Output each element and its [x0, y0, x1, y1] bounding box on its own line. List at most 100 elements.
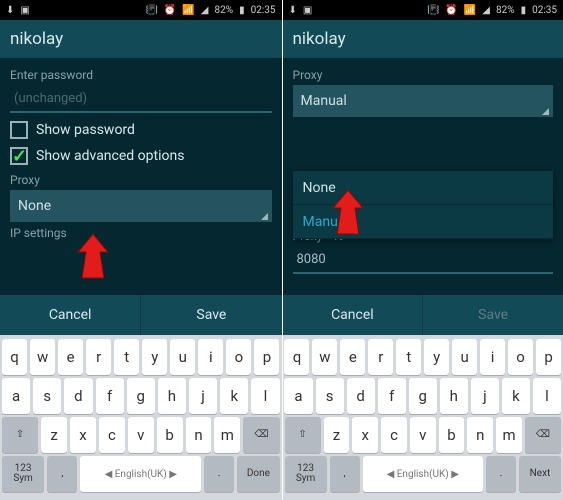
- key-l[interactable]: l: [533, 378, 561, 414]
- key-a[interactable]: a: [284, 378, 312, 414]
- key-j[interactable]: j: [471, 378, 499, 414]
- key-l[interactable]: l: [251, 378, 279, 414]
- key-a[interactable]: a: [2, 378, 30, 414]
- key-m[interactable]: m: [214, 417, 240, 453]
- key-z[interactable]: z: [41, 417, 67, 453]
- password-label: Enter password: [10, 68, 272, 82]
- key-x[interactable]: x: [70, 417, 96, 453]
- key-i[interactable]: i: [480, 339, 505, 375]
- proxy-label: Proxy: [293, 68, 554, 82]
- key-i[interactable]: i: [198, 339, 223, 375]
- key-f[interactable]: f: [378, 378, 406, 414]
- key-h[interactable]: h: [440, 378, 468, 414]
- key-e[interactable]: e: [58, 339, 83, 375]
- key-g[interactable]: g: [409, 378, 437, 414]
- key-gray wide[interactable]: Done: [237, 456, 279, 492]
- save-button[interactable]: Save: [422, 295, 563, 335]
- key-q[interactable]: q: [2, 339, 27, 375]
- key-,[interactable]: ,: [330, 456, 360, 492]
- key-w[interactable]: w: [30, 339, 55, 375]
- kbd-row4: 123Sym,◀ English(UK) ▶.Done: [2, 456, 280, 492]
- key-gray wide[interactable]: 123Sym: [2, 456, 44, 492]
- key-s[interactable]: s: [316, 378, 344, 414]
- key-gray wide[interactable]: 123Sym: [285, 456, 327, 492]
- button-bar: Cancel Save: [0, 295, 282, 335]
- app-icon: ▣: [303, 5, 312, 16]
- proxy-spinner[interactable]: Manual: [293, 85, 554, 117]
- key-t[interactable]: t: [396, 339, 421, 375]
- show-advanced-label: Show advanced options: [36, 148, 184, 164]
- key-o[interactable]: o: [226, 339, 251, 375]
- key-space[interactable]: ◀ English(UK) ▶: [80, 456, 201, 492]
- proxy-value: Manual: [301, 93, 347, 109]
- keyboard: qwertyuiop asdfghjkl ⇧zxcvbnm⌫ 123Sym,◀ …: [0, 335, 282, 500]
- cancel-button[interactable]: Cancel: [283, 295, 423, 335]
- key-y[interactable]: y: [424, 339, 449, 375]
- checkbox-checked-icon[interactable]: [10, 147, 28, 165]
- key-c[interactable]: c: [381, 417, 407, 453]
- key-v[interactable]: v: [128, 417, 154, 453]
- key-b[interactable]: b: [439, 417, 465, 453]
- key-⇧[interactable]: ⇧: [2, 417, 38, 453]
- key-w[interactable]: w: [312, 339, 337, 375]
- proxy-port-input[interactable]: [293, 246, 554, 274]
- key-d[interactable]: d: [347, 378, 375, 414]
- download-icon: ⬇: [289, 5, 297, 16]
- key-y[interactable]: y: [142, 339, 167, 375]
- key-n[interactable]: n: [467, 417, 493, 453]
- kbd-row3: ⇧zxcvbnm⌫: [2, 417, 280, 453]
- show-advanced-row[interactable]: Show advanced options: [10, 147, 272, 165]
- battery-percent: 82%: [215, 5, 234, 16]
- key-h[interactable]: h: [158, 378, 186, 414]
- key-⇧[interactable]: ⇧: [285, 417, 321, 453]
- key-n[interactable]: n: [186, 417, 212, 453]
- key-space[interactable]: ◀ English(UK) ▶: [363, 456, 483, 492]
- key-z[interactable]: z: [324, 417, 350, 453]
- password-input[interactable]: [10, 85, 272, 113]
- checkbox-unchecked-icon[interactable]: [10, 121, 28, 139]
- key-u[interactable]: u: [170, 339, 195, 375]
- proxy-spinner[interactable]: None: [10, 190, 272, 222]
- key-x[interactable]: x: [352, 417, 378, 453]
- key-c[interactable]: c: [99, 417, 125, 453]
- key-r[interactable]: r: [368, 339, 393, 375]
- key-d[interactable]: d: [64, 378, 92, 414]
- cancel-button[interactable]: Cancel: [0, 295, 140, 335]
- key-.[interactable]: .: [204, 456, 234, 492]
- key-j[interactable]: j: [189, 378, 217, 414]
- key-k[interactable]: k: [220, 378, 248, 414]
- kbd-row2: asdfghjkl: [2, 378, 280, 414]
- key-g[interactable]: g: [127, 378, 155, 414]
- show-password-row[interactable]: Show password: [10, 121, 272, 139]
- key-f[interactable]: f: [96, 378, 124, 414]
- key-r[interactable]: r: [86, 339, 111, 375]
- alarm-icon: ⏰: [445, 5, 457, 16]
- key-⌫[interactable]: ⌫: [243, 417, 279, 453]
- key-s[interactable]: s: [33, 378, 61, 414]
- key-p[interactable]: p: [254, 339, 279, 375]
- key-b[interactable]: b: [157, 417, 183, 453]
- save-button[interactable]: Save: [140, 295, 281, 335]
- key-.[interactable]: .: [486, 456, 516, 492]
- key-p[interactable]: p: [536, 339, 561, 375]
- kbd-row3: ⇧zxcvbnm⌫: [285, 417, 562, 453]
- status-bar: ⬇ ▣ 📳 ⏰ 📶 ◢ 82% ▮ 02:35: [283, 0, 563, 20]
- signal-icon: ◢: [201, 5, 209, 16]
- key-q[interactable]: q: [284, 339, 309, 375]
- status-bar: ⬇ ▣ 📳 ⏰ 📶 ◢ 82% ▮ 02:35: [0, 0, 282, 20]
- signal-icon: ◢: [482, 5, 490, 16]
- kbd-row1: qwertyuiop: [2, 339, 280, 375]
- key-⌫[interactable]: ⌫: [525, 417, 561, 453]
- kbd-row4: 123Sym,◀ English(UK) ▶.Next: [285, 456, 562, 492]
- key-e[interactable]: e: [340, 339, 365, 375]
- key-u[interactable]: u: [452, 339, 477, 375]
- key-v[interactable]: v: [410, 417, 436, 453]
- key-m[interactable]: m: [496, 417, 522, 453]
- key-k[interactable]: k: [502, 378, 530, 414]
- key-o[interactable]: o: [508, 339, 533, 375]
- phone-right: ⬇ ▣ 📳 ⏰ 📶 ◢ 82% ▮ 02:35 n ikol a y Proxy Ma…: [282, 0, 563, 500]
- key-gray wide[interactable]: Next: [519, 456, 561, 492]
- key-t[interactable]: t: [114, 339, 139, 375]
- arrow-annotation-icon: [70, 234, 116, 280]
- key-,[interactable]: ,: [47, 456, 77, 492]
